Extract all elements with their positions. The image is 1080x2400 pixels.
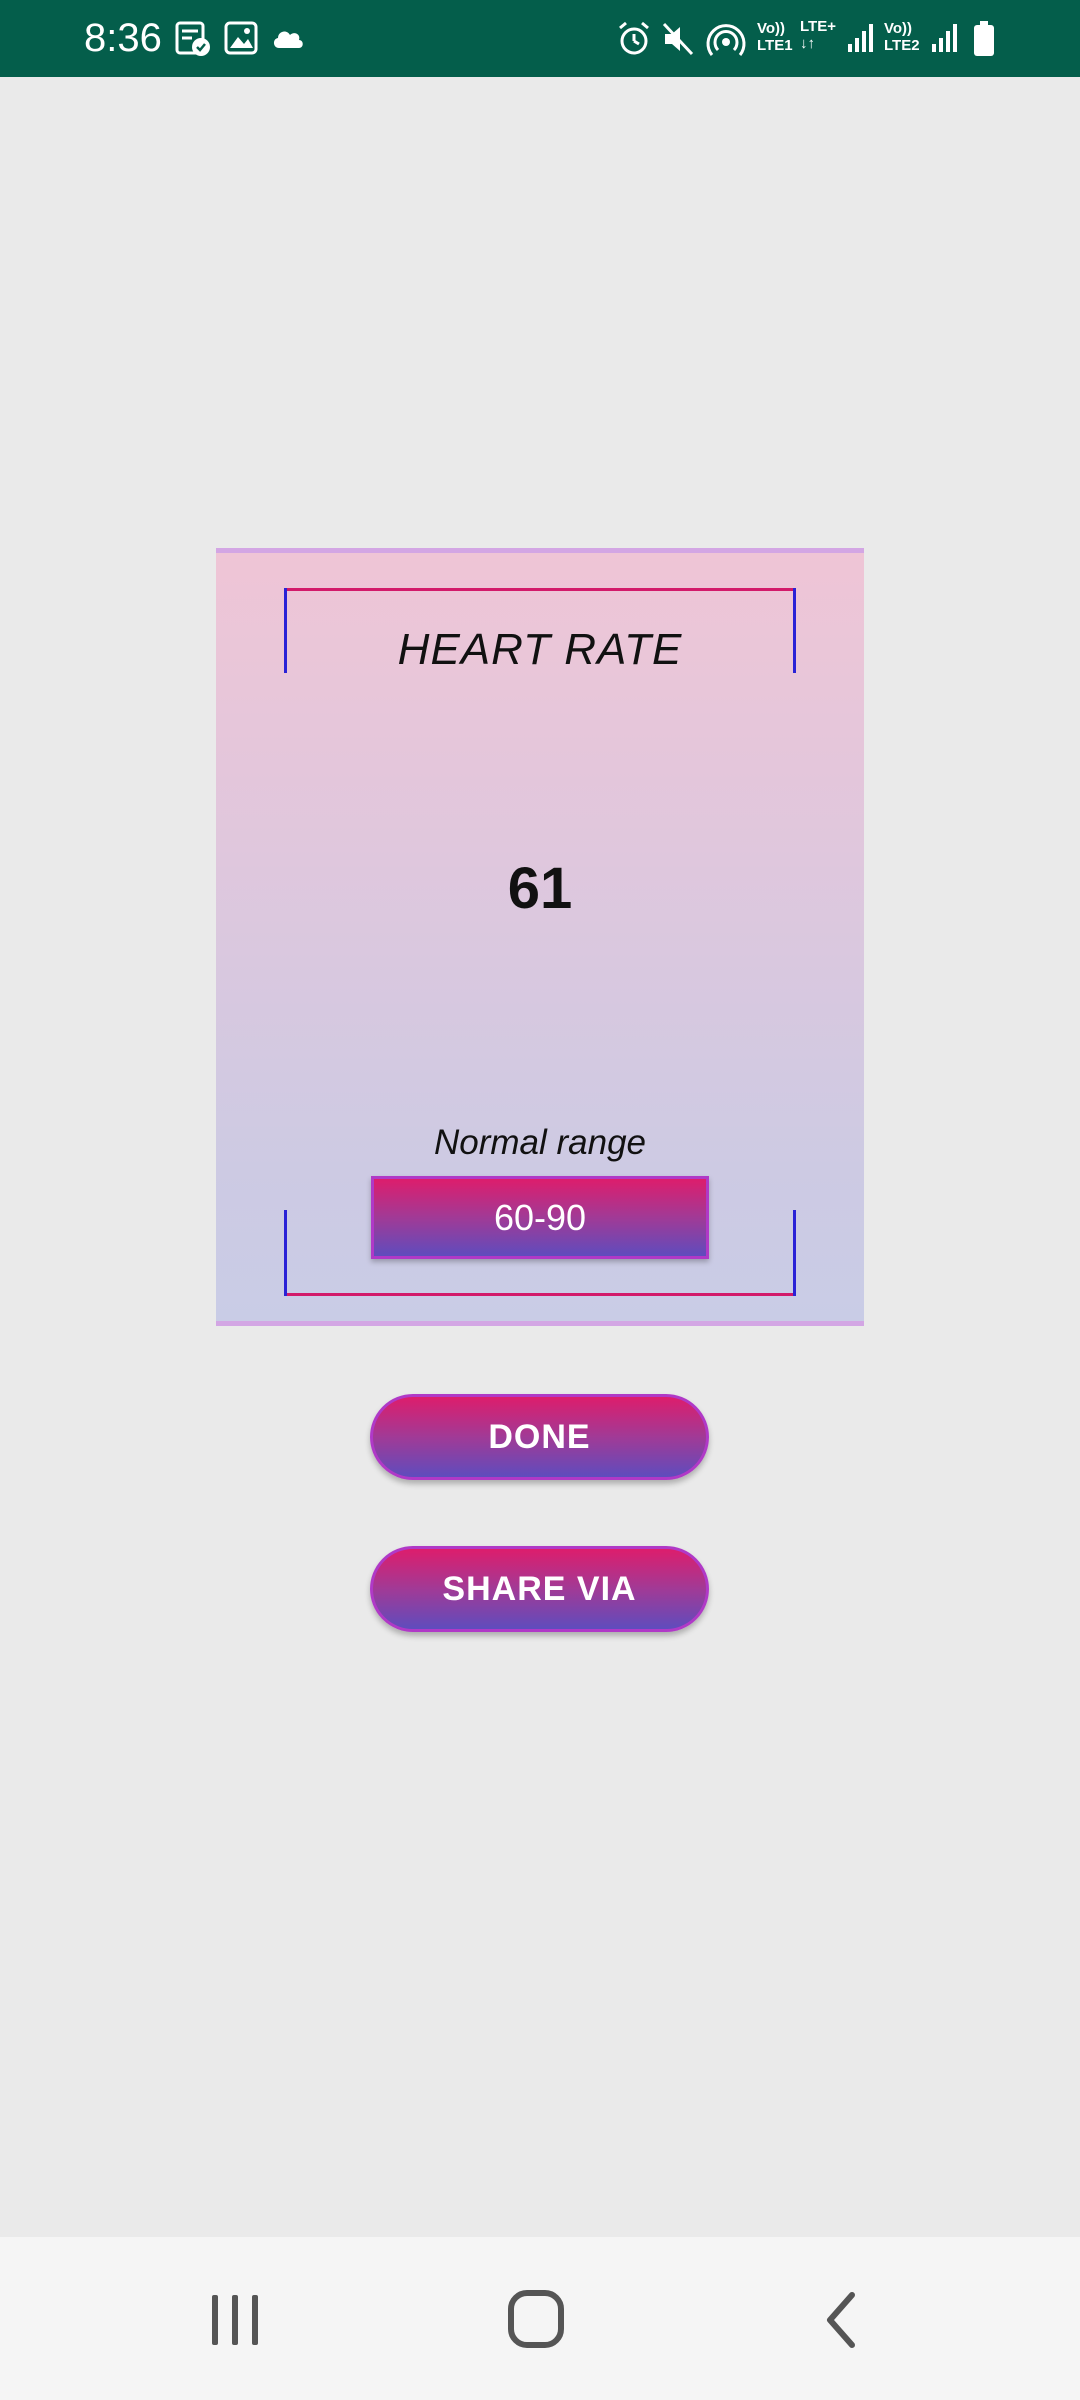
done-button[interactable]: DONE bbox=[370, 1394, 709, 1480]
app-screen: 8:36 Vo)) LTE1 LTE+ ↓↑ Vo)) LTE2 HEART R… bbox=[0, 0, 1080, 2400]
mute-icon bbox=[660, 20, 696, 63]
sim1-label: Vo)) LTE1 bbox=[757, 20, 793, 54]
hotspot-icon bbox=[706, 20, 746, 63]
navigation-bar bbox=[0, 2237, 1080, 2400]
signal-icon bbox=[930, 22, 960, 59]
alarm-icon bbox=[616, 20, 652, 63]
recents-icon[interactable] bbox=[200, 2287, 270, 2358]
status-time: 8:36 bbox=[84, 16, 162, 60]
cloud-icon bbox=[270, 24, 306, 57]
heart-rate-card: HEART RATE 61 Normal range 60-90 bbox=[216, 548, 864, 1326]
normal-range-label: Normal range bbox=[433, 1123, 647, 1162]
task-icon bbox=[174, 20, 212, 63]
sim2-label: Vo)) LTE2 bbox=[884, 20, 920, 54]
heart-rate-value: 61 bbox=[507, 856, 573, 921]
status-bar: 8:36 Vo)) LTE1 LTE+ ↓↑ Vo)) LTE2 bbox=[0, 0, 1080, 77]
home-icon[interactable] bbox=[502, 2287, 572, 2358]
normal-range-value: 60-90 bbox=[371, 1176, 709, 1259]
gallery-icon bbox=[224, 20, 258, 61]
lte-plus-label: LTE+ ↓↑ bbox=[800, 18, 836, 52]
share-via-button[interactable]: SHARE VIA bbox=[370, 1546, 709, 1632]
signal-icon bbox=[846, 22, 876, 59]
card-title: HEART RATE bbox=[397, 625, 683, 674]
battery-icon bbox=[972, 20, 996, 63]
back-icon[interactable] bbox=[806, 2287, 876, 2358]
